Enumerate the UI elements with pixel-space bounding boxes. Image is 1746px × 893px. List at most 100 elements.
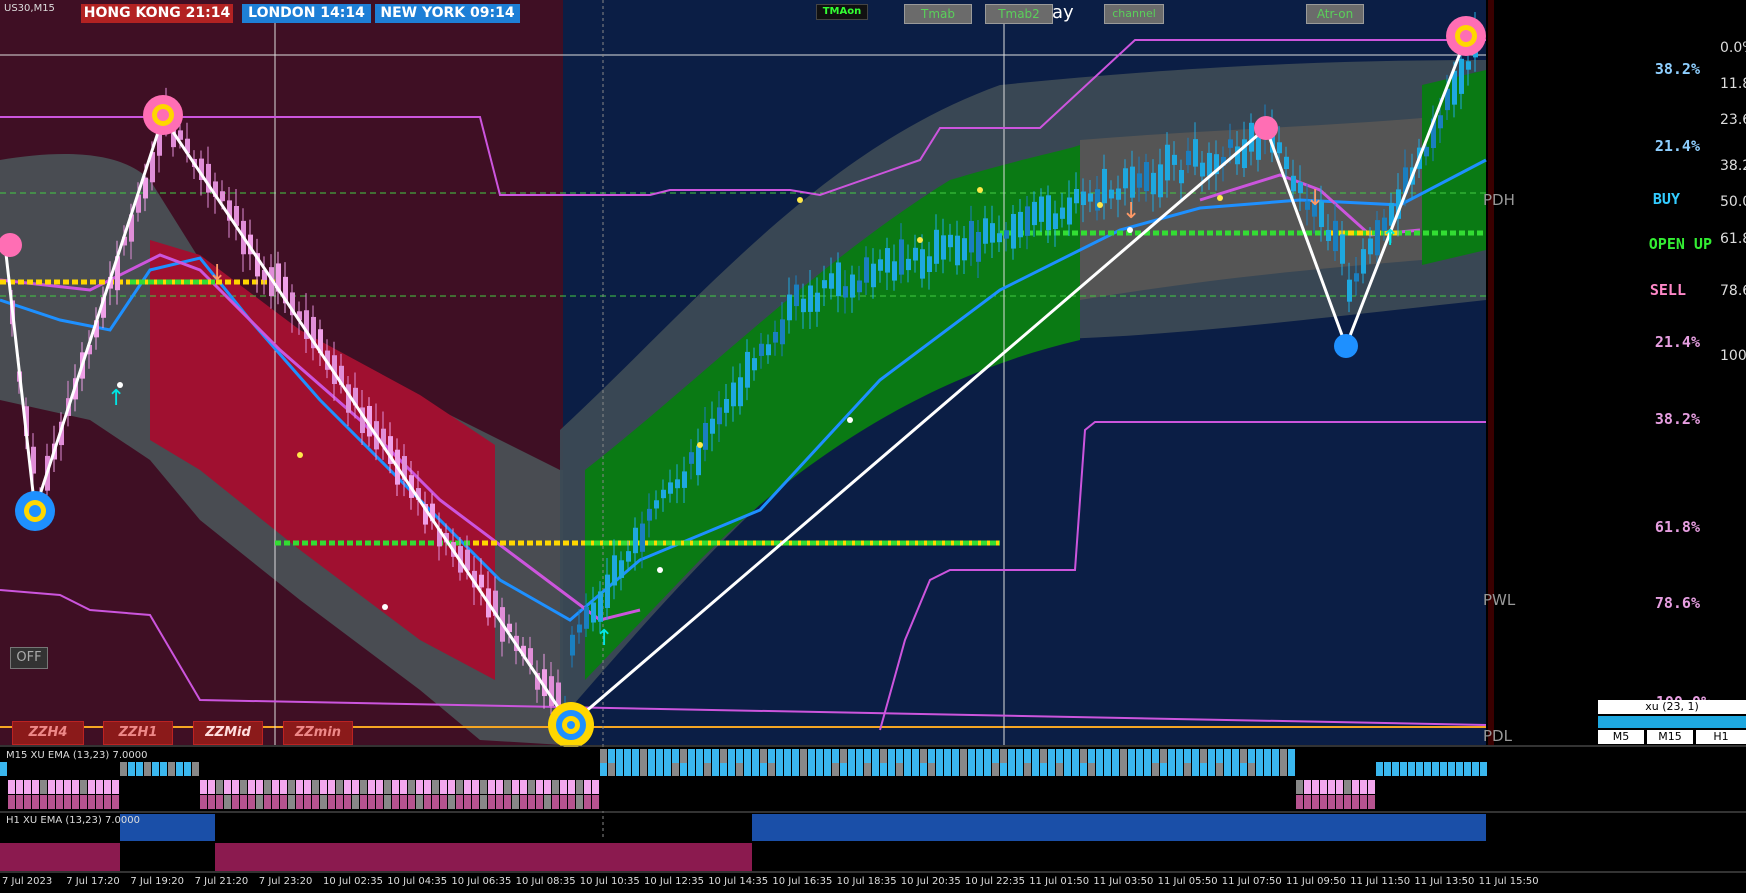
xu-histogram-bar [24,780,31,794]
candle-body [1256,136,1261,160]
time-tick-label: 10 Jul 10:35 [579,876,640,887]
day-label-partial: ay [1052,2,1074,23]
xu-tf-h1[interactable]: H1 [1696,730,1746,744]
candle-body [1116,188,1121,200]
tmab2-button[interactable]: Tmab2 [985,4,1053,24]
xu-histogram-bar [1352,780,1359,794]
time-tick-label: 10 Jul 04:35 [387,876,448,887]
xu-histogram-bar [1240,749,1247,763]
xu-histogram-bar [120,762,127,776]
xu-histogram-bar [248,780,255,794]
xu-histogram-bar [1120,749,1127,763]
candle-body [1424,146,1429,157]
xu-histogram-bar [928,762,935,776]
xu-histogram-bar [592,795,599,809]
xu-histogram-bar [1272,749,1279,763]
zzh1-button[interactable]: ZZH1 [103,721,173,745]
fib-382-mid-label: 38.2% [1654,410,1700,428]
candle-body [1158,164,1163,198]
xu-histogram-bar [568,780,575,794]
xu-histogram-bar [848,749,855,763]
fib-214-mid-label: 21.4% [1654,333,1700,351]
candle-body [724,398,729,413]
candle-body [654,500,659,509]
zzmid-button[interactable]: ZZMid [193,721,263,745]
xu-histogram-bar [968,749,975,763]
atr-on-button[interactable]: Atr-on [1306,4,1364,24]
pwl-label: PWL [1483,591,1516,609]
candle-body [570,634,575,656]
xu-histogram-bar [184,762,191,776]
xu-histogram-bar [688,762,695,776]
xu-histogram-bar [512,795,519,809]
xu-histogram-bar [1064,762,1071,776]
xu-histogram-bar [664,749,671,763]
time-tick-label: 10 Jul 06:35 [451,876,512,887]
zzh4-button[interactable]: ZZH4 [12,721,84,745]
zzmin-button[interactable]: ZZmin [283,721,353,745]
xu-histogram-bar [136,762,143,776]
candle-body [1123,168,1128,189]
candle-body [1438,115,1443,129]
zigzag-pivot-high-2 [1446,16,1486,56]
channel-button[interactable]: channel [1104,4,1164,24]
xu-histogram-bar [1184,762,1191,776]
xu-histogram-bar [1080,749,1087,763]
zigzag-pivot-low-2 [548,702,594,748]
xu-histogram-bar [888,749,895,763]
candle-body [871,263,876,288]
tma-on-button[interactable]: TMAon [816,4,868,20]
time-tick-label: 11 Jul 01:50 [1029,876,1090,887]
xu-histogram-bar [160,762,167,776]
candle-body [892,261,897,281]
xu-histogram-bar [648,762,655,776]
candle-body [829,273,834,289]
right-margin-bg [1486,0,1746,745]
xu-histogram-bar [736,749,743,763]
xu-histogram-bar [104,795,111,809]
xu-histogram-bar [1248,762,1255,776]
xu-histogram-bar [1200,762,1207,776]
xu-histogram-bar [496,795,503,809]
xu-histogram-bar [456,795,463,809]
xu-histogram-bar [208,780,215,794]
candle-body [1004,230,1009,239]
xu-histogram-bar [992,762,999,776]
xu-histogram-bar [632,762,639,776]
off-button[interactable]: OFF [10,647,48,669]
xu-histogram-bar [504,780,511,794]
xu-histogram-bar [296,780,303,794]
xu-histogram-bar [208,795,215,809]
xu-histogram-bar [1480,762,1487,776]
xu-histogram-bar [344,780,351,794]
xu-panel-bar [1598,716,1746,728]
scale-label: 23.6 [1720,112,1746,128]
xu-histogram-bar [864,762,871,776]
xu-histogram-bar [1264,762,1271,776]
xu-histogram-bar [776,749,783,763]
xu-histogram-bar [1152,749,1159,763]
candle-body [927,256,932,273]
fib-382-top-label: 38.2% [1654,60,1700,78]
xu-histogram-bar [8,780,15,794]
xu-histogram-bar [96,780,103,794]
xu-histogram-bar [872,762,879,776]
tmab-button[interactable]: Tmab [904,4,972,24]
xu-histogram-bar [480,780,487,794]
candle-body [843,286,848,298]
xu-histogram-bar [920,762,927,776]
xu-histogram-bar [624,749,631,763]
xu-histogram-bar [984,749,991,763]
xu-tf-m15[interactable]: M15 [1647,730,1693,744]
xu-histogram-bar [304,780,311,794]
xu-histogram-bar [1040,762,1047,776]
xu-histogram-bar [32,780,39,794]
xu-histogram-bar [704,762,711,776]
price-chart[interactable]: ↑ ↑ ↑ ↓ ↓ ↓ [0,0,1746,893]
xu-histogram-bar [784,749,791,763]
xu-histogram-bar [1160,749,1167,763]
xu-tf-m5[interactable]: M5 [1598,730,1644,744]
xu-histogram-bar [376,780,383,794]
xu-histogram-bar [1024,762,1031,776]
zigzag-pivot-high-1 [143,95,183,135]
